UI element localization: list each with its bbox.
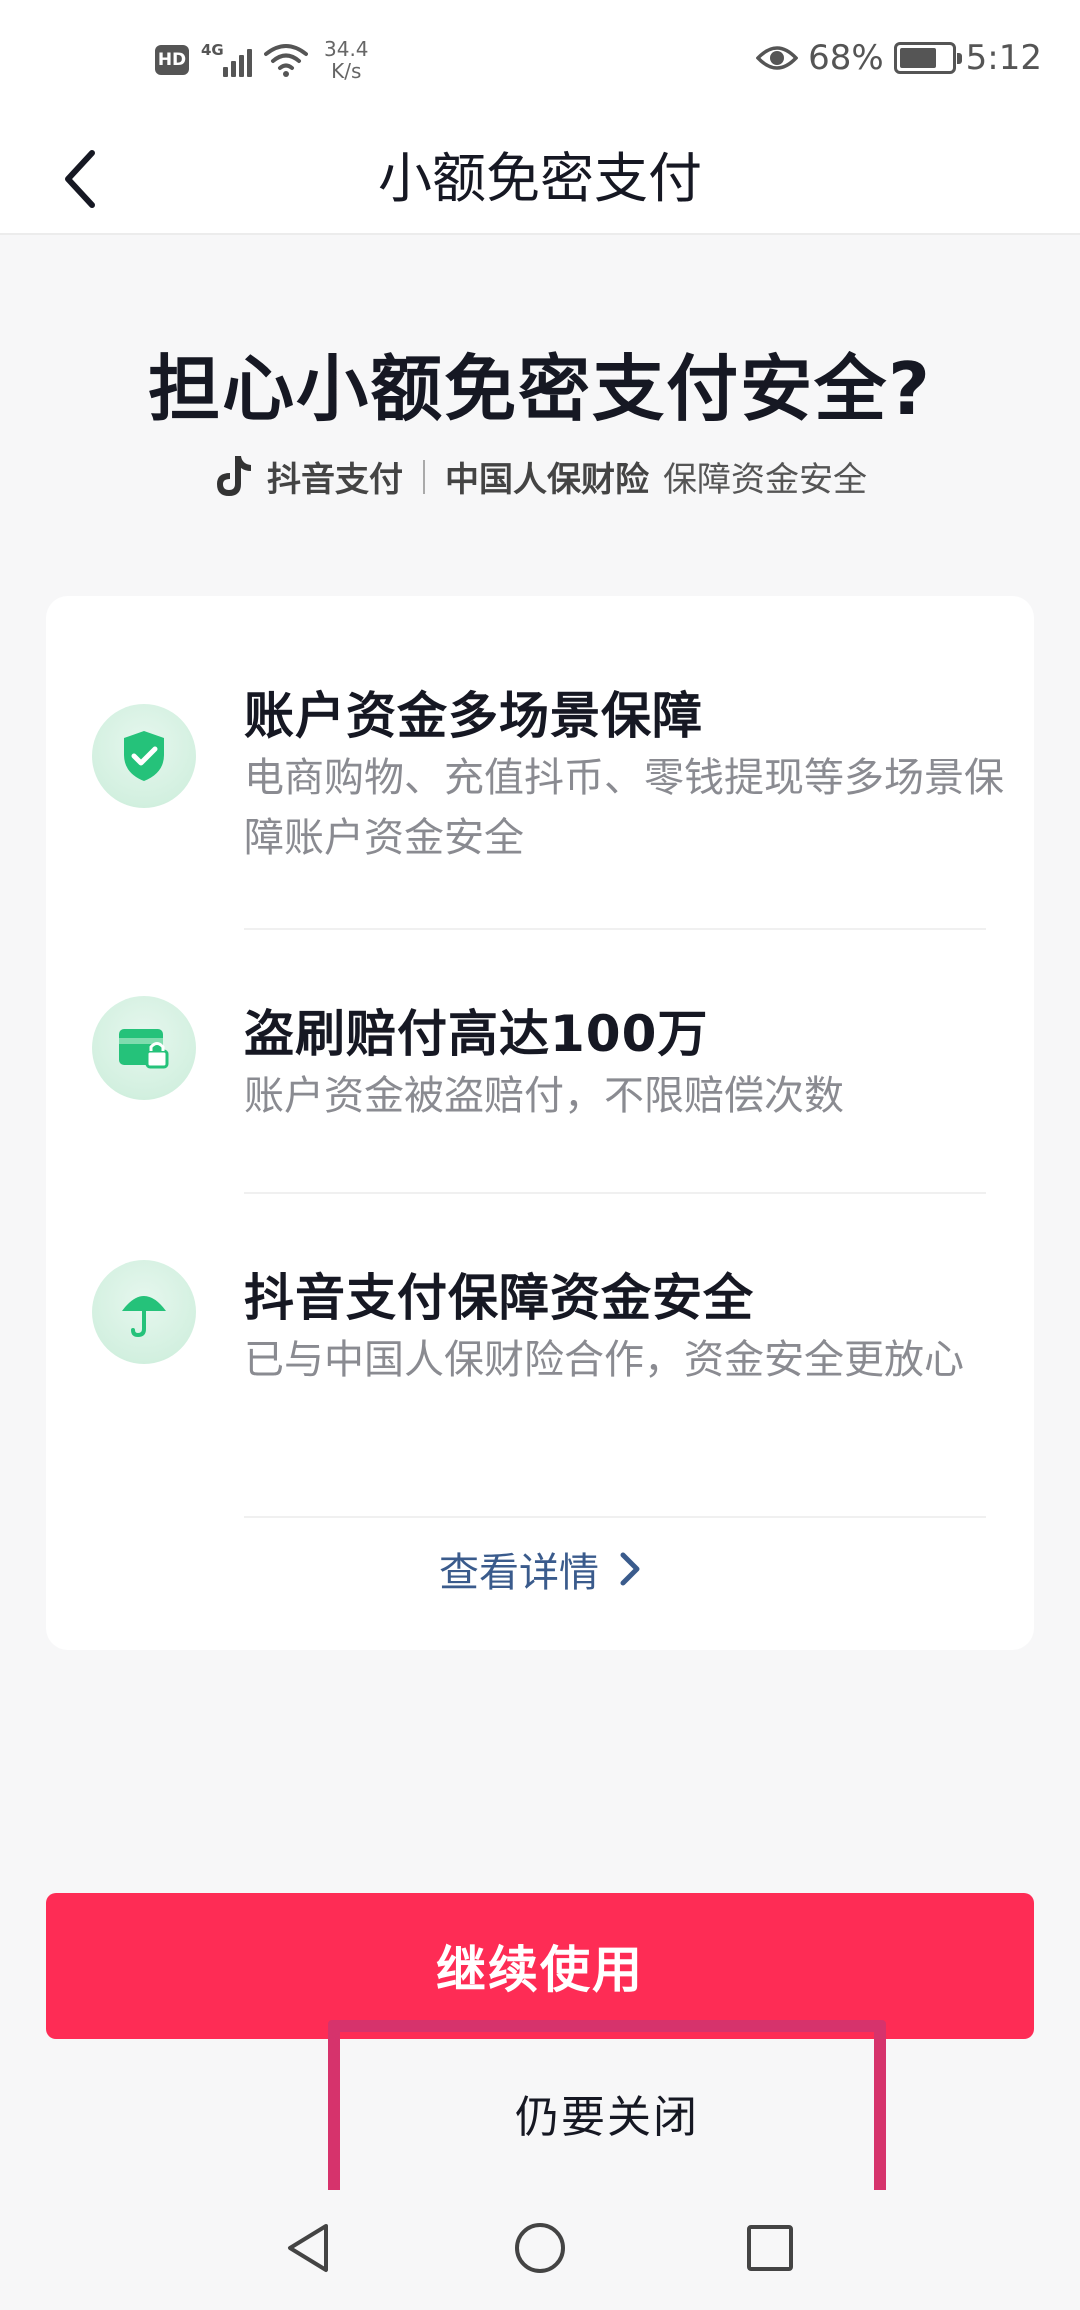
brand-insurer: 中国人保财险 bbox=[445, 460, 649, 500]
battery-icon bbox=[893, 42, 962, 74]
feature-title: 账户资金多场景保障 bbox=[244, 687, 703, 745]
home-circle-icon[interactable] bbox=[510, 2218, 570, 2278]
battery-percent: 68% bbox=[808, 38, 884, 78]
hd-badge: HD bbox=[155, 45, 189, 75]
status-bar: HD 4G 34.4 K/s 68% 5:12 bbox=[0, 0, 1080, 125]
divider bbox=[244, 928, 986, 930]
feature-desc: 电商购物、充值抖币、零钱提现等多场景保障账户资金安全 bbox=[244, 755, 1004, 861]
hero-title: 担心小额免密支付安全? bbox=[148, 347, 932, 431]
brand-pay: 抖音支付 bbox=[267, 460, 403, 500]
douyin-logo-icon bbox=[217, 455, 251, 496]
back-triangle-icon[interactable] bbox=[280, 2218, 340, 2278]
feature-desc: 已与中国人保财险合作，资金安全更放心 bbox=[244, 1337, 964, 1383]
brand-row: 抖音支付 中国人保财险 保障资金安全 bbox=[0, 452, 1080, 501]
network-speed: 34.4 K/s bbox=[324, 38, 369, 82]
benefits-card: 账户资金多场景保障 电商购物、充值抖币、零钱提现等多场景保障账户资金安全 盗刷赔… bbox=[46, 596, 1034, 1650]
speed-unit: K/s bbox=[331, 59, 362, 83]
brand-tagline: 保障资金安全 bbox=[663, 460, 867, 500]
feature-title: 抖音支付保障资金安全 bbox=[244, 1269, 754, 1327]
speed-value: 34.4 bbox=[324, 37, 369, 61]
shield-check-icon bbox=[124, 731, 164, 781]
status-right: 68% 5:12 bbox=[756, 38, 1042, 78]
feature-icon-1 bbox=[92, 704, 196, 808]
umbrella-icon bbox=[122, 1296, 166, 1338]
recents-square-icon[interactable] bbox=[740, 2218, 800, 2278]
eye-icon bbox=[756, 46, 799, 70]
system-nav-bar bbox=[0, 2190, 1080, 2310]
signal-icon: 4G bbox=[201, 41, 252, 77]
clock: 5:12 bbox=[965, 38, 1042, 78]
close-anyway-label: 仍要关闭 bbox=[515, 2092, 699, 2143]
feature-icon-3 bbox=[92, 1260, 196, 1364]
divider bbox=[244, 1192, 986, 1194]
network-type: 4G bbox=[201, 41, 224, 59]
feature-desc: 账户资金被盗赔付，不限赔偿次数 bbox=[244, 1073, 844, 1119]
feature-icon-2 bbox=[92, 996, 196, 1100]
status-left: HD 4G 34.4 K/s bbox=[155, 38, 369, 82]
wifi-icon bbox=[264, 44, 308, 77]
chevron-right-icon bbox=[620, 1552, 640, 1586]
view-details-label: 查看详情 bbox=[439, 1550, 599, 1596]
close-anyway-button[interactable]: 仍要关闭 bbox=[328, 2020, 886, 2206]
nav-bar: 小额免密支付 bbox=[0, 125, 1080, 235]
continue-button[interactable]: 继续使用 bbox=[46, 1893, 1034, 2039]
view-details-link[interactable]: 查看详情 bbox=[0, 1540, 1080, 1598]
feature-title: 盗刷赔付高达100万 bbox=[244, 1005, 709, 1063]
brand-separator bbox=[423, 459, 425, 494]
card-lock-icon bbox=[119, 1029, 169, 1069]
page-title: 小额免密支付 bbox=[378, 147, 702, 210]
divider bbox=[244, 1516, 986, 1518]
